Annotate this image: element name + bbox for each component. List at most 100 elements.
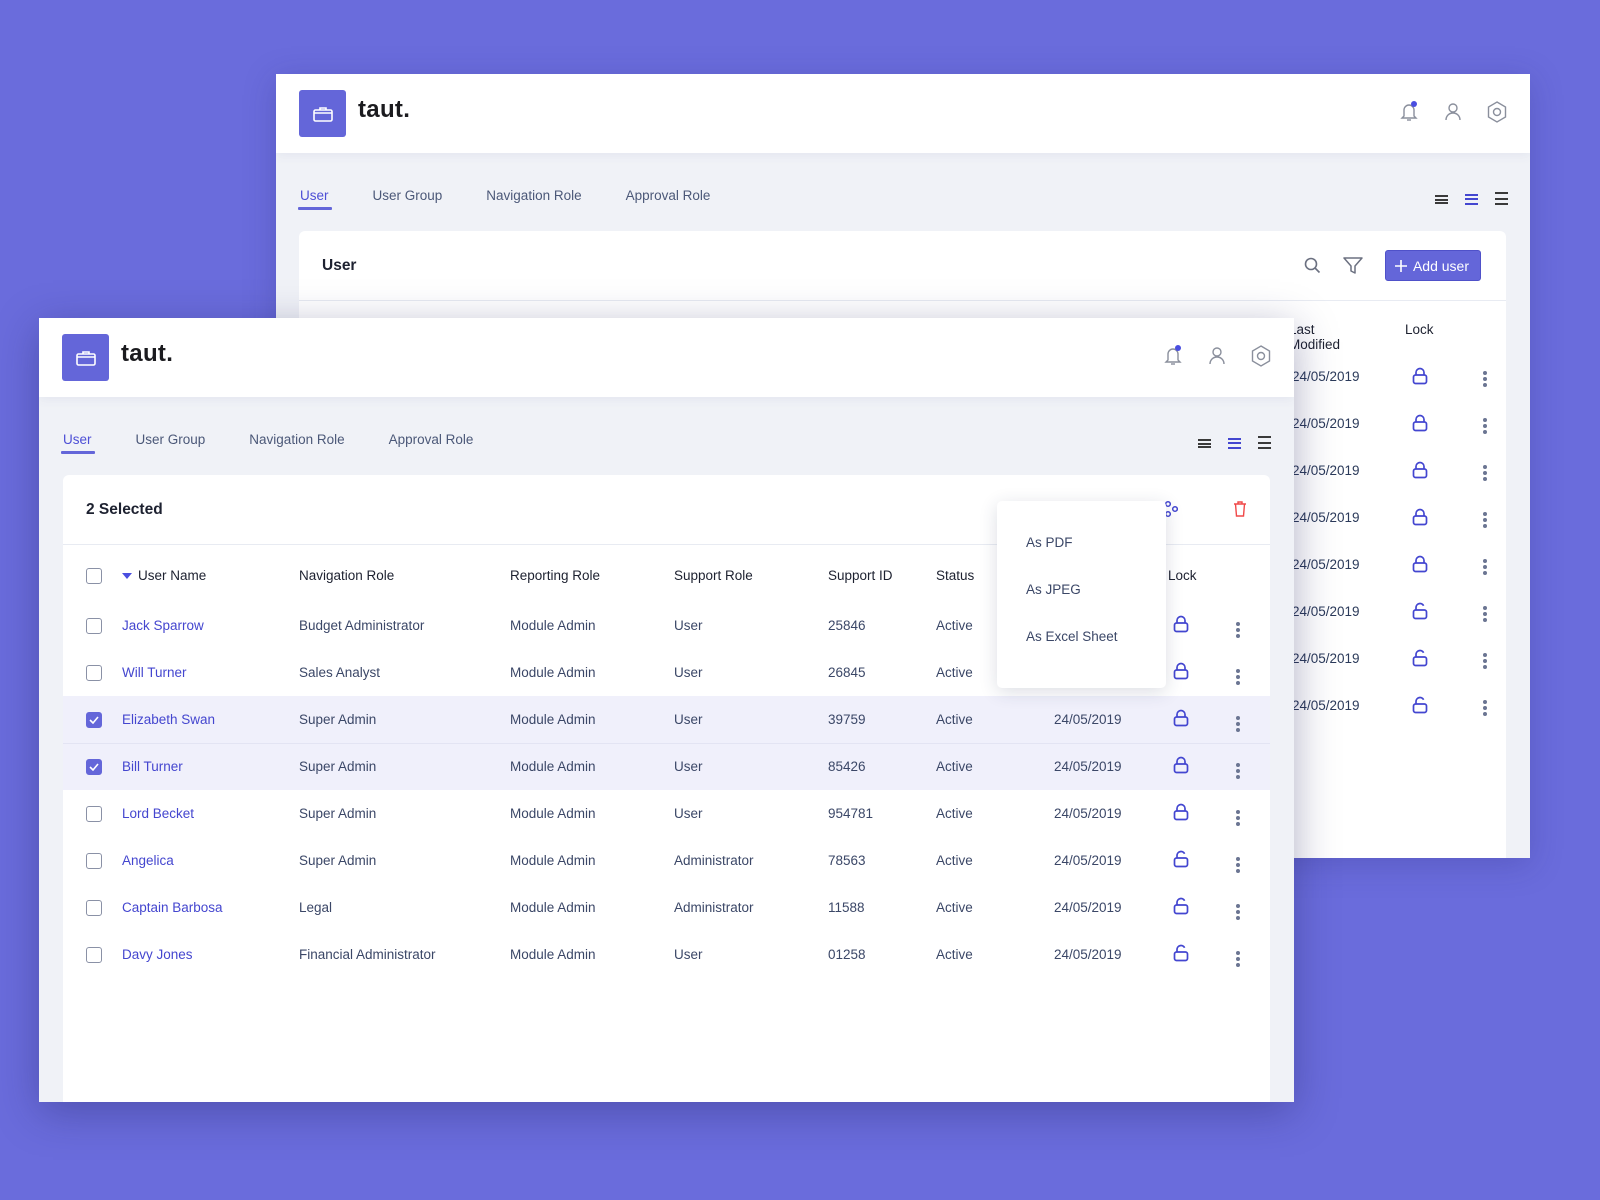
user-name-link[interactable]: Angelica (122, 853, 174, 868)
lock-icon[interactable] (1173, 662, 1189, 683)
row-menu-icon[interactable] (1483, 418, 1487, 434)
row-menu-icon[interactable] (1236, 762, 1240, 779)
user-name-link[interactable]: Davy Jones (122, 947, 193, 962)
density-normal-button[interactable] (1465, 193, 1478, 208)
unlock-icon[interactable] (1412, 649, 1428, 670)
lock-icon[interactable] (1173, 709, 1189, 730)
row-checkbox[interactable] (86, 617, 102, 634)
search-icon[interactable] (1304, 257, 1321, 274)
user-name-link[interactable]: Lord Becket (122, 806, 194, 821)
reporting-role-cell: Module Admin (510, 853, 596, 868)
share-icon[interactable] (1164, 500, 1178, 518)
notifications-button[interactable] (1398, 100, 1420, 124)
tab-approval-role[interactable]: Approval Role (626, 188, 711, 210)
row-menu-icon[interactable] (1483, 559, 1487, 575)
settings-button[interactable] (1486, 100, 1508, 124)
column-header-reporting-role[interactable]: Reporting Role (510, 546, 674, 602)
tab-approval-role[interactable]: Approval Role (389, 432, 474, 454)
unlock-icon[interactable] (1173, 944, 1189, 965)
table-row[interactable]: Captain Barbosa Legal Module Admin Administ… (63, 884, 1270, 931)
last-modified-cell: 24/05/2019 (1292, 698, 1360, 713)
column-header-user-name[interactable]: User Name (122, 546, 299, 602)
tab-user[interactable]: User (61, 432, 94, 454)
lock-icon[interactable] (1412, 414, 1428, 435)
unlock-icon[interactable] (1412, 602, 1428, 623)
unlock-icon[interactable] (1173, 897, 1189, 918)
row-checkbox[interactable] (86, 899, 102, 916)
row-menu-icon[interactable] (1236, 903, 1240, 920)
reporting-role-cell: Module Admin (510, 900, 596, 915)
lock-icon[interactable] (1173, 803, 1189, 824)
filter-icon[interactable] (1343, 256, 1363, 275)
density-comfortable-button[interactable] (1258, 436, 1271, 453)
lock-icon[interactable] (1173, 615, 1189, 636)
lock-icon[interactable] (1412, 555, 1428, 576)
logo[interactable] (62, 334, 109, 381)
notification-dot (1175, 345, 1181, 351)
row-menu-icon[interactable] (1483, 700, 1487, 716)
tab-user-group[interactable]: User Group (373, 188, 443, 210)
row-menu-icon[interactable] (1236, 621, 1240, 638)
lock-icon[interactable] (1412, 461, 1428, 482)
row-checkbox[interactable] (86, 664, 102, 681)
support-id-cell: 01258 (828, 947, 866, 963)
user-name-link[interactable]: Elizabeth Swan (122, 712, 215, 727)
add-user-button[interactable]: Add user (1384, 250, 1481, 281)
lock-icon[interactable] (1412, 367, 1428, 388)
table-row[interactable]: Angelica Super Admin Module Admin Administr… (63, 837, 1270, 884)
row-menu-icon[interactable] (1236, 668, 1240, 685)
unlock-icon[interactable] (1173, 850, 1189, 871)
column-header-last-modified[interactable]: Last Modified (1289, 322, 1340, 352)
table-row[interactable]: Lord Becket Super Admin Module Admin User 95… (63, 790, 1270, 837)
density-compact-button[interactable] (1435, 195, 1448, 206)
notifications-button[interactable] (1162, 344, 1184, 368)
row-menu-icon[interactable] (1483, 371, 1487, 387)
column-header-lock[interactable]: Lock (1168, 546, 1236, 602)
tab-navigation-role[interactable]: Navigation Role (249, 432, 344, 454)
table-row[interactable]: Elizabeth Swan Super Admin Module Admin Use… (63, 696, 1270, 743)
lock-icon[interactable] (1412, 508, 1428, 529)
export-jpeg-option[interactable]: As JPEG (997, 582, 1166, 629)
profile-button[interactable] (1206, 344, 1228, 368)
row-menu-icon[interactable] (1236, 715, 1240, 732)
row-menu-icon[interactable] (1483, 653, 1487, 669)
row-checkbox[interactable] (86, 758, 102, 775)
user-name-link[interactable]: Will Turner (122, 665, 187, 680)
tab-navigation-role[interactable]: Navigation Role (486, 188, 581, 210)
profile-button[interactable] (1442, 100, 1464, 124)
row-checkbox[interactable] (86, 852, 102, 869)
trash-icon[interactable] (1233, 501, 1247, 517)
row-checkbox[interactable] (86, 805, 102, 822)
row-menu-icon[interactable] (1483, 465, 1487, 481)
reporting-role-cell: Module Admin (510, 947, 596, 963)
user-name-link[interactable]: Jack Sparrow (122, 618, 204, 633)
export-excel-option[interactable]: As Excel Sheet (997, 629, 1166, 676)
select-all-checkbox[interactable] (86, 567, 102, 584)
density-normal-button[interactable] (1228, 437, 1241, 452)
user-name-link[interactable]: Captain Barbosa (122, 900, 223, 915)
table-row[interactable]: Bill Turner Super Admin Module Admin User 85… (63, 742, 1270, 790)
logo[interactable] (299, 90, 346, 137)
tab-user[interactable]: User (298, 188, 331, 210)
column-header-navigation-role[interactable]: Navigation Role (299, 546, 510, 602)
row-menu-icon[interactable] (1483, 512, 1487, 528)
tab-user-group[interactable]: User Group (136, 432, 206, 454)
briefcase-icon (312, 106, 333, 122)
row-menu-icon[interactable] (1236, 950, 1240, 967)
user-name-link[interactable]: Bill Turner (122, 759, 183, 774)
table-row[interactable]: Davy Jones Financial Administrator Module … (63, 931, 1270, 978)
column-header-lock[interactable]: Lock (1405, 322, 1434, 337)
unlock-icon[interactable] (1412, 696, 1428, 717)
row-menu-icon[interactable] (1236, 856, 1240, 873)
export-pdf-option[interactable]: As PDF (997, 535, 1166, 582)
row-menu-icon[interactable] (1236, 809, 1240, 826)
density-compact-button[interactable] (1198, 439, 1211, 450)
column-header-support-id[interactable]: Support ID (828, 546, 936, 602)
row-checkbox[interactable] (86, 711, 102, 728)
lock-icon[interactable] (1173, 756, 1189, 777)
row-menu-icon[interactable] (1483, 606, 1487, 622)
row-checkbox[interactable] (86, 946, 102, 963)
density-comfortable-button[interactable] (1495, 192, 1508, 209)
column-header-support-role[interactable]: Support Role (674, 546, 828, 602)
settings-button[interactable] (1250, 344, 1272, 368)
